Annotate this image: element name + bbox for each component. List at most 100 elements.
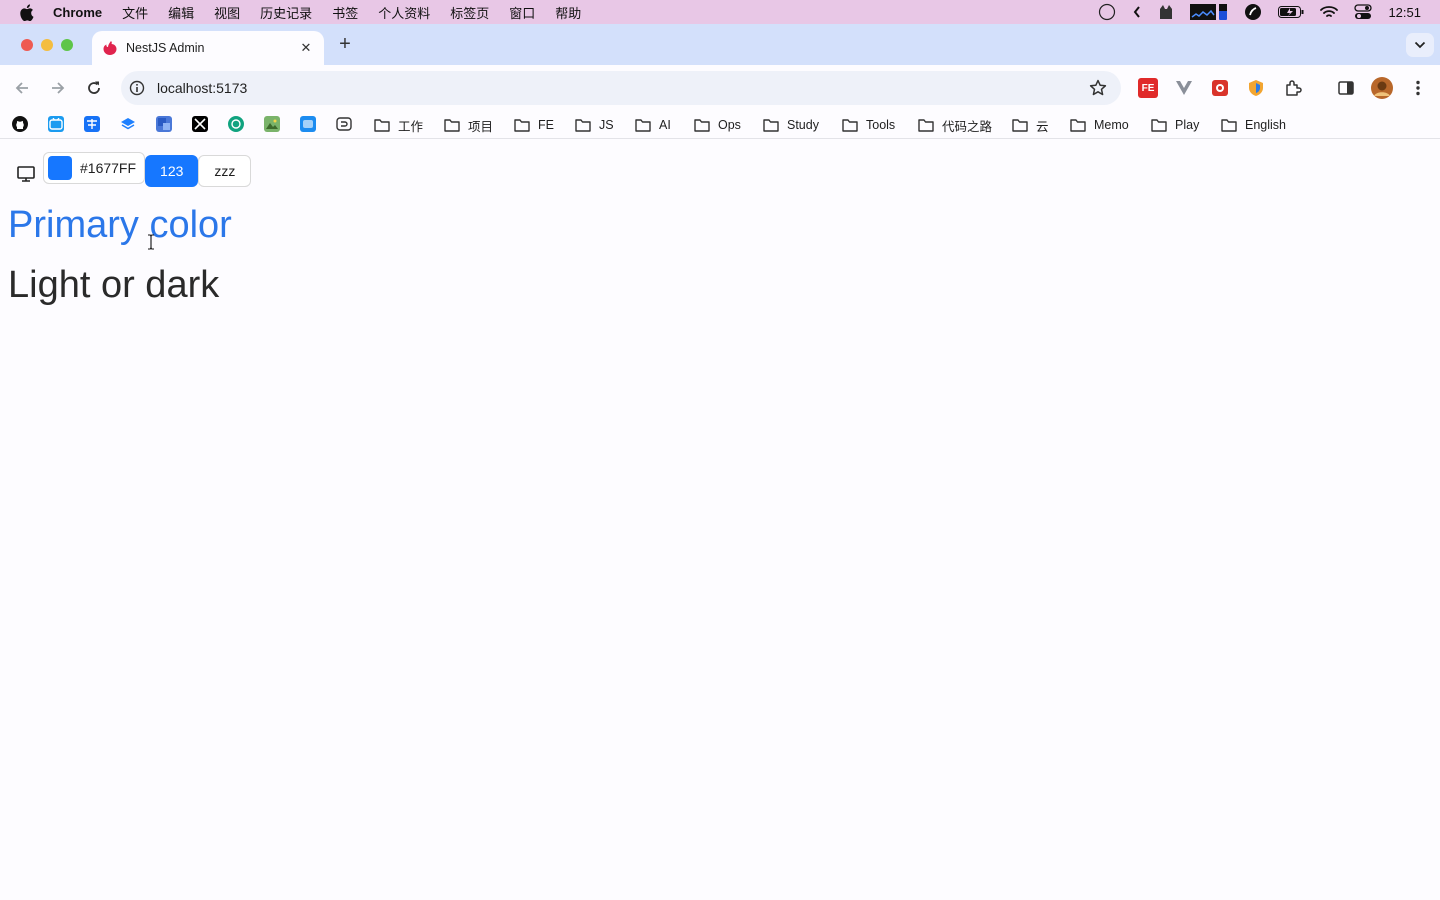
- bookmark-folder-play[interactable]: Play: [1151, 116, 1199, 134]
- arrow-right-icon: [52, 82, 65, 94]
- fe-helper-extension-icon[interactable]: FE: [1138, 78, 1158, 98]
- wifi-icon[interactable]: [1320, 5, 1339, 19]
- bookmark-folder-label: JS: [599, 118, 614, 132]
- bookmark-folder-ops[interactable]: Ops: [694, 116, 741, 134]
- pocket-bookmark-icon[interactable]: [336, 116, 352, 132]
- more-menu-icon[interactable]: [1408, 78, 1428, 98]
- zhihu-bookmark-icon[interactable]: [84, 116, 100, 132]
- battery-icon[interactable]: [1278, 5, 1304, 19]
- extensions-puzzle-icon[interactable]: [1283, 78, 1303, 98]
- menu-app-chrome[interactable]: Chrome: [53, 5, 102, 20]
- vue-devtools-extension-icon[interactable]: [1174, 78, 1194, 98]
- folder-icon: [444, 119, 460, 132]
- folder-icon: [763, 119, 779, 132]
- color-swatch[interactable]: [48, 155, 72, 180]
- forward-button[interactable]: [47, 77, 69, 99]
- menu-file[interactable]: 文件: [122, 3, 148, 22]
- chevron-down-icon: [1414, 41, 1426, 49]
- bookmark-folder-label: Tools: [866, 118, 896, 132]
- image-bookmark-icon[interactable]: [264, 116, 280, 132]
- folder-icon: [1070, 119, 1086, 132]
- close-tab-icon[interactable]: ✕: [298, 40, 314, 56]
- primary-color-heading: Primary color: [8, 204, 232, 246]
- bookmark-folder-memo[interactable]: Memo: [1070, 116, 1129, 134]
- macos-menubar: Chrome 文件 编辑 视图 历史记录 书签 个人资料 标签页 窗口 帮助 1…: [0, 0, 1440, 24]
- monitor-icon[interactable]: [16, 164, 36, 184]
- bookmark-folder-code-road[interactable]: 代码之路: [918, 116, 992, 134]
- x-twitter-bookmark-icon[interactable]: [192, 116, 208, 132]
- bookmark-folder-js[interactable]: JS: [575, 116, 614, 134]
- bookmark-folder-english[interactable]: English: [1221, 116, 1286, 134]
- folder-icon: [694, 119, 710, 132]
- control-center-icon[interactable]: [1354, 4, 1373, 20]
- bookmark-star-icon[interactable]: [1089, 79, 1107, 97]
- new-tab-button[interactable]: +: [334, 33, 356, 55]
- bookmark-folder-label: AI: [659, 118, 671, 132]
- bookmark-folder-label: Ops: [718, 118, 741, 132]
- menu-tabs[interactable]: 标签页: [450, 3, 489, 22]
- page-content: #1677FF 123 zzz Primary color Light or d…: [0, 140, 1440, 900]
- bookmark-folder-label: 项目: [468, 119, 494, 134]
- folder-icon: [1221, 119, 1237, 132]
- primary-button[interactable]: 123: [145, 155, 199, 187]
- url-text[interactable]: localhost:5173: [157, 80, 1089, 96]
- side-panel-icon[interactable]: [1336, 78, 1356, 98]
- bookmark-folder-tools[interactable]: Tools: [842, 116, 895, 134]
- light-dark-heading: Light or dark: [8, 264, 220, 306]
- folder-icon: [514, 119, 530, 132]
- menu-bookmarks[interactable]: 书签: [332, 3, 358, 22]
- bookmark-folder-study[interactable]: Study: [763, 116, 819, 134]
- bookmark-folder-label: 代码之路: [942, 119, 993, 134]
- circle-status-icon[interactable]: [1098, 3, 1116, 21]
- reload-button[interactable]: [83, 77, 105, 99]
- bookmark-folder-cloud[interactable]: 云: [1012, 116, 1049, 134]
- folder-icon: [1151, 119, 1167, 132]
- profile-avatar[interactable]: [1371, 77, 1393, 99]
- layers-bookmark-icon[interactable]: [120, 116, 136, 132]
- site-info-icon[interactable]: [129, 80, 145, 96]
- bookmark-folder-ai[interactable]: AI: [635, 116, 671, 134]
- activity-monitor-icon[interactable]: [1190, 3, 1228, 21]
- folder-icon: [575, 119, 591, 132]
- chevron-left-icon[interactable]: [1132, 5, 1142, 19]
- back-button[interactable]: [11, 77, 33, 99]
- menu-history[interactable]: 历史记录: [260, 3, 312, 22]
- menu-view[interactable]: 视图: [214, 3, 240, 22]
- bookmark-folder-work[interactable]: 工作: [374, 116, 423, 134]
- translate-bookmark-icon[interactable]: [156, 116, 172, 132]
- color-picker[interactable]: #1677FF: [43, 151, 146, 184]
- github-bookmark-icon[interactable]: [12, 116, 28, 132]
- menu-help[interactable]: 帮助: [555, 3, 581, 22]
- shield-extension-icon[interactable]: [1246, 78, 1266, 98]
- apple-icon[interactable]: [19, 3, 35, 21]
- address-bar[interactable]: localhost:5173: [121, 71, 1121, 105]
- cat-icon[interactable]: [1158, 4, 1174, 20]
- music-icon[interactable]: [1244, 3, 1262, 21]
- arrow-left-icon: [15, 82, 28, 94]
- menu-edit[interactable]: 编辑: [168, 3, 194, 22]
- bilibili-bookmark-icon[interactable]: [48, 116, 64, 132]
- folder-icon: [635, 119, 651, 132]
- close-window-button[interactable]: [21, 39, 33, 51]
- minimize-window-button[interactable]: [41, 39, 53, 51]
- zoom-window-button[interactable]: [61, 39, 73, 51]
- text-cursor-icon: [148, 234, 154, 250]
- openai-bookmark-icon[interactable]: [228, 116, 244, 132]
- menu-window[interactable]: 窗口: [509, 3, 535, 22]
- bookmark-folder-label: Study: [787, 118, 819, 132]
- tab-nestjs-admin[interactable]: NestJS Admin ✕: [92, 31, 324, 65]
- folder-icon: [842, 119, 858, 132]
- cloud-bookmark-icon[interactable]: [300, 116, 316, 132]
- bookmark-folder-fe[interactable]: FE: [514, 116, 554, 134]
- bookmark-folder-label: 云: [1036, 119, 1049, 134]
- menu-profiles[interactable]: 个人资料: [378, 3, 430, 22]
- bookmark-folder-label: FE: [538, 118, 554, 132]
- bookmark-folder-projects[interactable]: 项目: [444, 116, 493, 134]
- tab-search-button[interactable]: [1406, 33, 1434, 57]
- menubar-clock[interactable]: 12:51: [1388, 5, 1421, 20]
- tab-strip: NestJS Admin ✕ +: [0, 24, 1440, 65]
- reload-icon: [88, 81, 100, 94]
- default-button[interactable]: zzz: [198, 155, 252, 187]
- screenshot-extension-icon[interactable]: [1210, 78, 1230, 98]
- tab-title: NestJS Admin: [126, 41, 205, 55]
